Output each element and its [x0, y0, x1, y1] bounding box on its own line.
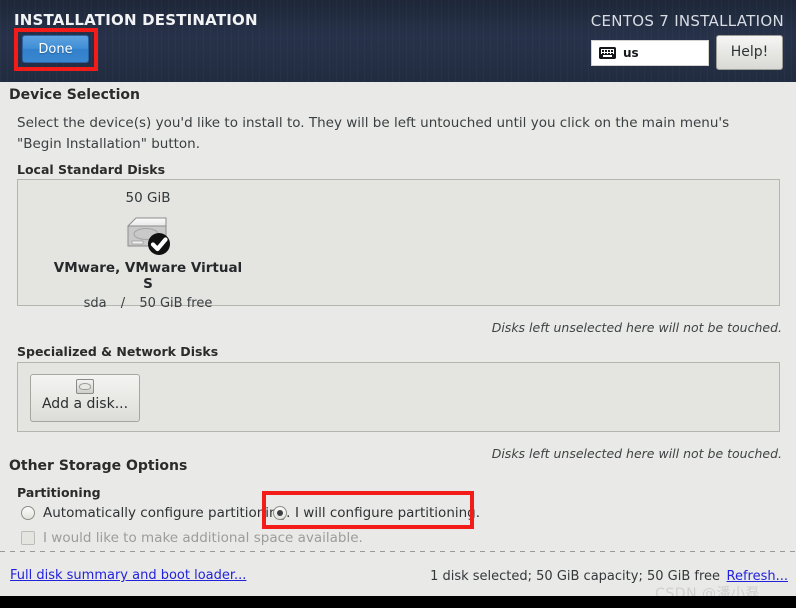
- hard-disk-selected-icon: [122, 214, 174, 258]
- keyboard-layout-label: us: [623, 46, 639, 60]
- bottom-edge-bar: [0, 596, 796, 608]
- product-title: CENTOS 7 INSTALLATION: [590, 12, 784, 30]
- local-standard-disks-heading: Local Standard Disks: [17, 162, 166, 177]
- add-a-disk-label: Add a disk...: [41, 396, 129, 412]
- installation-destination-screen: INSTALLATION DESTINATION CENTOS 7 INSTAL…: [0, 0, 796, 608]
- checkbox-additional-space-indicator: [21, 531, 35, 545]
- specialized-disks-heading: Specialized & Network Disks: [17, 344, 219, 359]
- radio-manual-partitioning[interactable]: I will configure partitioning.: [273, 505, 480, 521]
- disk-device-node: sda: [83, 296, 107, 311]
- device-selection-heading: Device Selection: [9, 87, 140, 103]
- other-storage-options-heading: Other Storage Options: [9, 458, 188, 474]
- partitioning-heading: Partitioning: [17, 485, 101, 500]
- local-disks-panel: 50 GiB VMware, VMware Virtual S sda / 50…: [17, 179, 780, 311]
- disk-tile-sda[interactable]: 50 GiB VMware, VMware Virtual S sda / 50…: [48, 190, 248, 311]
- window-header: INSTALLATION DESTINATION CENTOS 7 INSTAL…: [0, 0, 796, 82]
- radio-manual-partitioning-indicator[interactable]: [273, 506, 287, 520]
- full-disk-summary-link[interactable]: Full disk summary and boot loader...: [10, 568, 246, 583]
- refresh-link[interactable]: Refresh...: [727, 569, 789, 584]
- disk-summary-status: 1 disk selected; 50 GiB capacity; 50 GiB…: [430, 569, 720, 584]
- keyboard-icon: [599, 47, 616, 59]
- keyboard-layout-indicator[interactable]: us: [591, 40, 709, 66]
- disk-details: sda / 50 GiB free: [48, 296, 248, 311]
- disk-model: VMware, VMware Virtual S: [53, 260, 243, 292]
- radio-manual-partitioning-label: I will configure partitioning.: [295, 505, 481, 521]
- checkbox-additional-space-label: I would like to make additional space av…: [43, 530, 363, 546]
- radio-auto-partitioning[interactable]: Automatically configure partitioning.: [21, 505, 290, 521]
- help-button[interactable]: Help!: [716, 35, 783, 70]
- radio-auto-partitioning-indicator[interactable]: [21, 506, 35, 520]
- disk-separator: /: [120, 296, 126, 311]
- radio-auto-partitioning-label: Automatically configure partitioning.: [43, 505, 291, 521]
- disk-capacity: 50 GiB: [125, 190, 171, 206]
- specialized-disks-panel: Add a disk...: [17, 362, 780, 432]
- add-a-disk-button[interactable]: Add a disk...: [30, 374, 140, 422]
- specialized-disks-note: Disks left unselected here will not be t…: [491, 446, 782, 461]
- local-disks-note: Disks left unselected here will not be t…: [491, 320, 782, 335]
- main-content: Device Selection Select the device(s) yo…: [0, 82, 796, 552]
- device-selection-description: Select the device(s) you'd like to insta…: [17, 115, 730, 152]
- disk-free-space: 50 GiB free: [139, 296, 213, 311]
- done-button[interactable]: Done: [22, 35, 89, 63]
- checkbox-additional-space: I would like to make additional space av…: [21, 530, 363, 546]
- disk-add-icon: [76, 379, 94, 394]
- page-title: INSTALLATION DESTINATION: [14, 11, 258, 29]
- footer-bar: Full disk summary and boot loader... 1 d…: [0, 552, 796, 596]
